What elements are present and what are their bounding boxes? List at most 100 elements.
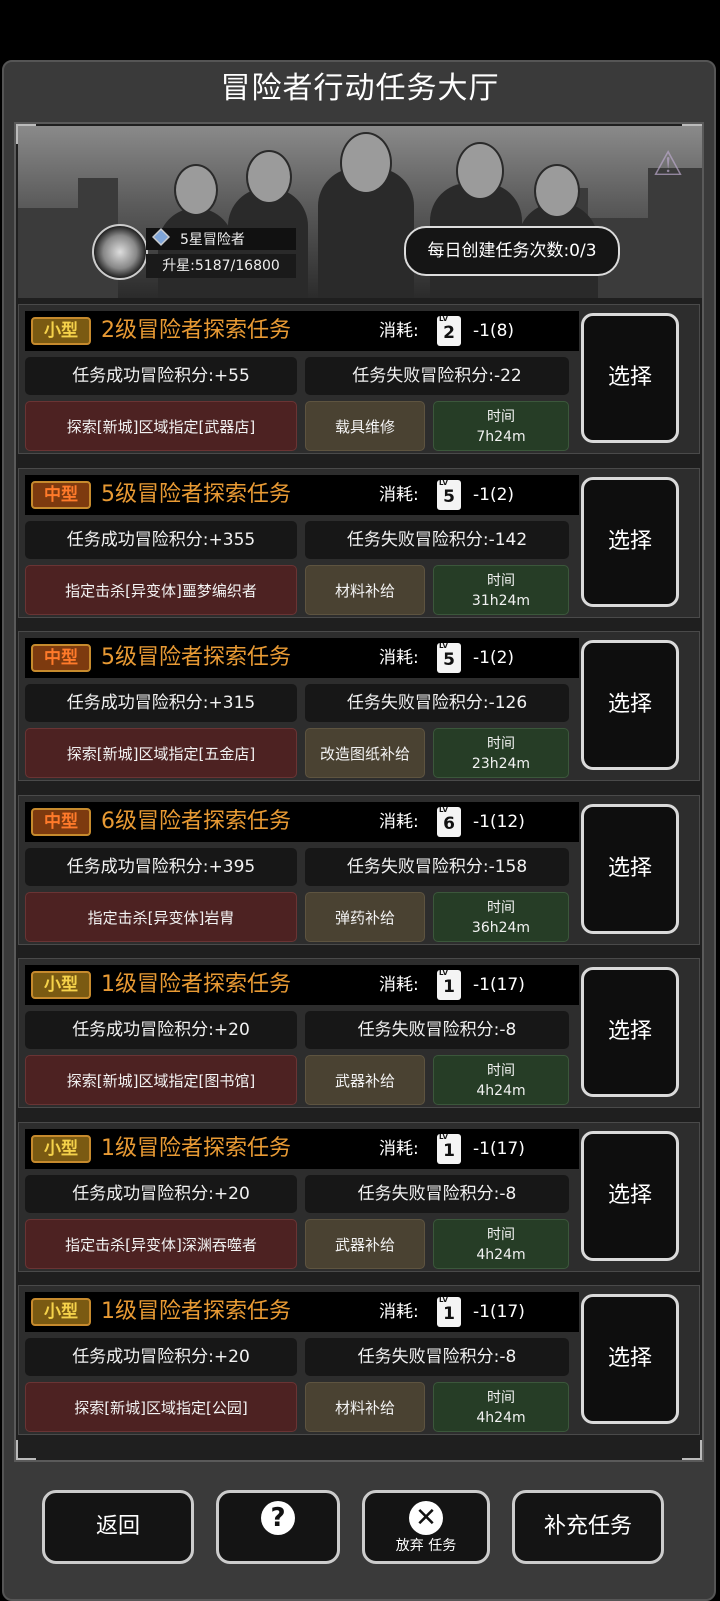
character-head (456, 142, 504, 200)
task-time: 时间 4h24m (433, 1218, 569, 1269)
back-button[interactable]: 返回 (42, 1490, 194, 1564)
task-header: 小型 2级冒险者探索任务 消耗: LV 2 -1(8) (25, 311, 579, 351)
time-value: 31h24m (471, 592, 531, 609)
task-name: 1级冒险者探索任务 (101, 972, 291, 997)
task-card: 中型 5级冒险者探索任务 消耗: LV 5 -1(2) 任务成功冒险积分:+355 任务失败冒… (18, 467, 700, 618)
fail-points: 任务失败冒险积分:-22 (305, 357, 569, 395)
success-points: 任务成功冒险积分:+20 (25, 1174, 297, 1213)
task-reward: 武器补给 (305, 1218, 425, 1269)
time-label: 时间 (487, 899, 515, 916)
select-task-button[interactable]: 选择 (581, 967, 679, 1097)
time-label: 时间 (487, 409, 515, 425)
cost-label: 消耗: (379, 1138, 419, 1159)
task-time: 时间 7h24m (433, 401, 569, 451)
cost-value: -1(12) (473, 811, 525, 832)
select-task-button[interactable]: 选择 (581, 803, 679, 934)
task-name: 1级冒险者探索任务 (101, 1299, 291, 1324)
task-card: 小型 1级冒险者探索任务 消耗: LV 1 -1(17) 任务成功冒险积分:+20 任务失败冒… (18, 958, 700, 1108)
avatar[interactable] (92, 224, 148, 280)
task-name: 5级冒险者探索任务 (101, 645, 291, 670)
time-label: 时间 (487, 1063, 515, 1079)
task-card: 小型 2级冒险者探索任务 消耗: LV 2 -1(8) 任务成功冒险积分:+55 任务失败冒险… (18, 304, 700, 454)
cost-label: 消耗: (379, 648, 419, 668)
task-objective: 指定击杀[异变体]岩胄 (25, 891, 297, 942)
task-time: 时间 36h24m (433, 891, 569, 942)
task-header: 中型 5级冒险者探索任务 消耗: LV 5 -1(2) (25, 474, 579, 515)
task-card: 中型 6级冒险者探索任务 消耗: LV 6 -1(12) 任务成功冒险积分:+395 任务失败… (18, 794, 700, 945)
faction-emblem-icon: ⚠ (652, 144, 684, 184)
time-label: 时间 (487, 572, 515, 589)
success-points: 任务成功冒险积分:+20 (25, 1011, 297, 1049)
task-header: 中型 5级冒险者探索任务 消耗: LV 5 -1(2) (25, 638, 579, 678)
task-size-badge: 中型 (31, 807, 91, 836)
task-size-badge: 小型 (31, 1134, 91, 1163)
success-points: 任务成功冒险积分:+315 (25, 684, 297, 722)
task-objective: 指定击杀[异变体]深渊吞噬者 (25, 1218, 297, 1269)
task-reward: 改造图纸补给 (305, 728, 425, 778)
select-task-button[interactable]: 选择 (581, 1130, 679, 1261)
cost-label: 消耗: (379, 975, 419, 995)
fail-points: 任务失败冒险积分:-126 (305, 684, 569, 722)
fail-points: 任务失败冒险积分:-8 (305, 1174, 569, 1213)
task-time: 时间 23h24m (433, 728, 569, 778)
refill-task-button[interactable]: 补充任务 (512, 1490, 664, 1564)
task-objective: 探索[新城]区域指定[图书馆] (25, 1055, 297, 1105)
rank-label: 5星冒险者 (146, 228, 296, 250)
task-size-badge: 小型 (31, 317, 91, 345)
level-card-icon: LV 5 (437, 642, 461, 673)
level-card-icon: LV 2 (437, 315, 461, 346)
task-header: 小型 1级冒险者探索任务 消耗: LV 1 -1(17) (25, 965, 579, 1005)
level-card-icon: LV 1 (437, 1133, 461, 1164)
cost-value: -1(17) (473, 1138, 525, 1159)
fail-points: 任务失败冒险积分:-8 (305, 1338, 569, 1376)
cost-value: -1(17) (473, 1302, 525, 1322)
select-task-button[interactable]: 选择 (581, 640, 679, 770)
building (18, 208, 78, 298)
corner-ornament (16, 1440, 36, 1460)
rank-info[interactable]: 5星冒险者 升星:5187/16800 (92, 224, 302, 280)
character-head (246, 150, 292, 204)
task-name: 6级冒险者探索任务 (101, 808, 291, 834)
level-card-icon: LV 1 (437, 969, 461, 1000)
cost-value: -1(8) (473, 321, 515, 341)
corner-ornament (682, 1440, 702, 1460)
select-task-button[interactable]: 选择 (581, 313, 679, 443)
task-reward: 载具维修 (305, 401, 425, 451)
cost-label: 消耗: (379, 321, 419, 341)
help-button[interactable]: ? (216, 1490, 340, 1564)
task-size-badge: 中型 (31, 480, 91, 509)
select-task-button[interactable]: 选择 (581, 476, 679, 607)
success-points: 任务成功冒险积分:+355 (25, 520, 297, 559)
level-card-icon: LV 1 (437, 1296, 461, 1327)
cost-value: -1(17) (473, 975, 525, 995)
abandon-task-button[interactable]: ✕ 放弃 任务 (362, 1490, 490, 1564)
task-reward: 材料补给 (305, 564, 425, 615)
level-card-icon: LV 5 (437, 479, 461, 510)
task-reward: 材料补给 (305, 1382, 425, 1432)
cost-value: -1(2) (473, 648, 515, 668)
task-header: 小型 1级冒险者探索任务 消耗: LV 1 -1(17) (25, 1292, 579, 1332)
task-card: 小型 1级冒险者探索任务 消耗: LV 1 -1(17) 任务成功冒险积分:+20 任务失败冒… (18, 1285, 700, 1435)
time-label: 时间 (487, 736, 515, 752)
fail-points: 任务失败冒险积分:-8 (305, 1011, 569, 1049)
task-objective: 探索[新城]区域指定[公园] (25, 1382, 297, 1432)
star-progress: 升星:5187/16800 (146, 254, 296, 278)
task-time: 时间 4h24m (433, 1055, 569, 1105)
success-points: 任务成功冒险积分:+395 (25, 847, 297, 886)
time-value: 4h24m (476, 1246, 526, 1263)
time-value: 7h24m (476, 429, 526, 445)
time-value: 4h24m (476, 1410, 526, 1426)
task-objective: 指定击杀[异变体]噩梦编织者 (25, 564, 297, 615)
success-points: 任务成功冒险积分:+20 (25, 1338, 297, 1376)
success-points: 任务成功冒险积分:+55 (25, 357, 297, 395)
time-label: 时间 (487, 1226, 515, 1243)
time-value: 23h24m (471, 756, 531, 772)
cost-label: 消耗: (379, 1302, 419, 1322)
level-card-icon: LV 6 (437, 806, 461, 837)
task-reward: 武器补给 (305, 1055, 425, 1105)
bottom-bar: 返回 ? ✕ 放弃 任务 补充任务 (0, 1470, 720, 1601)
select-task-button[interactable]: 选择 (581, 1294, 679, 1424)
x-circle-icon: ✕ (409, 1501, 443, 1535)
character-head (340, 132, 392, 194)
task-header: 小型 1级冒险者探索任务 消耗: LV 1 -1(17) (25, 1128, 579, 1169)
